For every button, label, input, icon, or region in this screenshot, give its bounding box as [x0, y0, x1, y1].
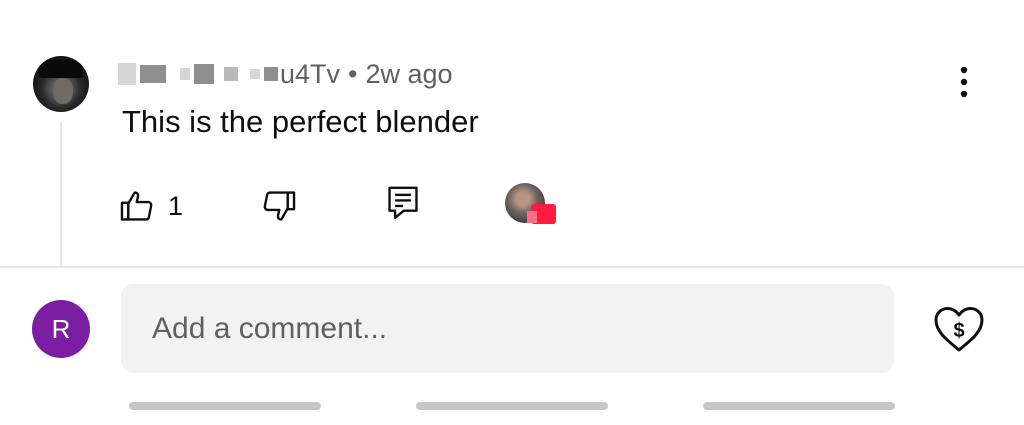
author-avatar[interactable]: [33, 56, 89, 112]
comment-text: This is the perfect blender: [122, 104, 479, 139]
like-count: 1: [168, 190, 184, 221]
comment-meta: u4Tv • 2w ago: [118, 57, 453, 91]
author-name-redacted[interactable]: [118, 63, 278, 85]
author-name-suffix[interactable]: u4Tv: [280, 59, 340, 90]
comment-timestamp: 2w ago: [365, 58, 453, 89]
like-button[interactable]: 1: [118, 186, 183, 226]
section-divider: [0, 266, 1024, 268]
bottom-bar-center: [416, 402, 608, 410]
creator-heart-badge-accent: [527, 211, 537, 223]
avatar-hat-shape: [39, 60, 83, 78]
comment-thread: u4Tv • 2w ago This is the perfect blende…: [0, 0, 1024, 267]
creator-heart-avatar[interactable]: [505, 183, 557, 227]
thumb-down-icon: [260, 187, 298, 225]
bottom-bar-left: [129, 402, 321, 410]
reply-comment-icon: [384, 182, 422, 222]
thread-line: [60, 122, 62, 267]
thumb-up-icon: [118, 187, 156, 225]
svg-text:$: $: [953, 320, 964, 342]
heart-dollar-icon[interactable]: $: [930, 300, 988, 358]
dislike-button[interactable]: [260, 186, 298, 226]
composer-avatar: R: [32, 300, 90, 358]
avatar-face-shape: [53, 78, 73, 104]
meta-separator: •: [348, 58, 358, 89]
reply-button[interactable]: [384, 182, 422, 222]
more-vertical-icon[interactable]: [948, 62, 980, 102]
bottom-bar-right: [703, 402, 895, 410]
add-comment-input[interactable]: Add a comment...: [121, 284, 894, 373]
